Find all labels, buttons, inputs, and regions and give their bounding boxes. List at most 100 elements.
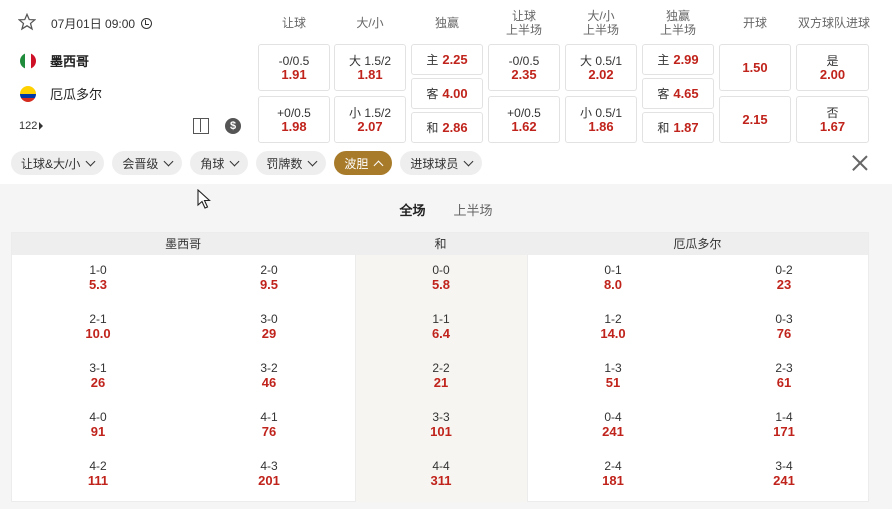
odds-label: 和 <box>426 120 439 135</box>
score-option-away[interactable]: 1-3 51 <box>568 361 658 390</box>
odds-cell[interactable]: 和 2.86 <box>411 112 483 143</box>
filter-label: 波胆 <box>344 156 369 171</box>
score-odds: 9.5 <box>259 277 279 292</box>
odds-cell[interactable]: 小 1.5/2 2.07 <box>334 96 406 143</box>
odds-label: 客 <box>426 86 439 101</box>
score-option-home[interactable]: 3-0 29 <box>224 312 314 341</box>
score-option-home[interactable]: 4-3 201 <box>224 459 314 488</box>
odds-value: 1.87 <box>673 119 699 135</box>
score-odds: 10.0 <box>85 326 111 341</box>
caret-right-icon <box>39 122 44 130</box>
odds-value: 1.67 <box>819 119 846 134</box>
market-filter-bar: 让球&大/小 会晋级 角球 罚牌数 波胆 进球球员 <box>11 151 483 175</box>
draw-header: 和 <box>434 237 447 251</box>
score-option-away[interactable]: 3-4 241 <box>739 459 829 488</box>
correct-score-board: 墨西哥 和 厄瓜多尔 1-0 5.3 2-0 9.5 2-1 10.0 3-0 29 3-1 26… <box>11 232 869 502</box>
odds-cell[interactable]: 客 4.00 <box>411 78 483 109</box>
odds-cell[interactable]: 主 2.99 <box>642 44 714 75</box>
score-option-away[interactable]: 0-2 23 <box>739 263 829 292</box>
score-option-home[interactable]: 2-0 9.5 <box>224 263 314 292</box>
odds-cell[interactable]: 是 2.00 <box>796 44 869 91</box>
filter-handicap-ou[interactable]: 让球&大/小 <box>11 151 105 175</box>
correct-score-panel: 全场 上半场 墨西哥 和 厄瓜多尔 1-0 5.3 2-0 9.5 2-1 10.0 3-0… <box>0 184 892 509</box>
odds-cell[interactable]: 2.15 <box>719 96 791 143</box>
flag-stripe <box>20 85 36 94</box>
tab-first-half[interactable]: 上半场 <box>454 200 493 219</box>
odds-cell[interactable]: 1.50 <box>719 44 791 91</box>
filter-cards[interactable]: 罚牌数 <box>256 151 327 175</box>
filter-goalscorer[interactable]: 进球球员 <box>400 151 483 175</box>
filter-qualify[interactable]: 会晋级 <box>112 151 183 175</box>
filter-correct-score[interactable]: 波胆 <box>334 151 393 175</box>
score-option-away[interactable]: 2-4 181 <box>568 459 658 488</box>
score-option-draw[interactable]: 4-4 311 <box>396 459 486 488</box>
odds-label: 小 0.5/1 <box>579 106 623 120</box>
odds-cell[interactable]: 大 0.5/1 2.02 <box>565 44 637 91</box>
score-option-home[interactable]: 4-2 111 <box>53 459 143 488</box>
score-label: 0-1 <box>604 263 622 277</box>
score-odds: 51 <box>605 375 621 390</box>
odds-cell[interactable]: -0/0.5 2.35 <box>488 44 560 91</box>
chevron-up-icon <box>373 160 384 170</box>
pitch-stats-icon[interactable] <box>193 118 209 134</box>
score-option-draw[interactable]: 2-2 21 <box>396 361 486 390</box>
score-odds: 201 <box>258 473 280 488</box>
away-team-name: 厄瓜多尔 <box>50 87 103 102</box>
odds-cell[interactable]: +0/0.5 1.62 <box>488 96 560 143</box>
score-option-away[interactable]: 0-4 241 <box>568 410 658 439</box>
filter-label: 让球&大/小 <box>21 156 81 171</box>
score-option-away[interactable]: 1-2 14.0 <box>568 312 658 341</box>
score-label: 4-3 <box>260 459 278 473</box>
chevron-down-icon <box>163 156 174 166</box>
score-option-home[interactable]: 3-2 46 <box>224 361 314 390</box>
score-label: 3-3 <box>432 410 450 424</box>
filter-corners[interactable]: 角球 <box>190 151 249 175</box>
mexico-flag-icon <box>20 52 36 69</box>
score-option-away[interactable]: 0-3 76 <box>739 312 829 341</box>
score-option-draw[interactable]: 0-0 5.8 <box>396 263 486 292</box>
score-odds: 181 <box>602 473 624 488</box>
score-option-home[interactable]: 2-1 10.0 <box>53 312 143 341</box>
odds-cell[interactable]: 主 2.25 <box>411 44 483 75</box>
score-option-home[interactable]: 3-1 26 <box>53 361 143 390</box>
odds-value: 2.86 <box>442 119 468 135</box>
more-markets-link[interactable]: 122 <box>19 120 44 132</box>
filter-label: 罚牌数 <box>266 156 303 171</box>
tab-full-time[interactable]: 全场 <box>399 200 425 219</box>
filter-label: 角球 <box>200 156 225 171</box>
score-option-away[interactable]: 1-4 171 <box>739 410 829 439</box>
odds-cell[interactable]: 客 4.65 <box>642 78 714 109</box>
odds-label: 是 <box>826 54 839 68</box>
odds-value: 1.81 <box>357 67 383 82</box>
odds-label: 大 0.5/1 <box>579 54 623 68</box>
score-odds: 29 <box>261 326 277 341</box>
score-option-away[interactable]: 0-1 8.0 <box>568 263 658 292</box>
col-header-moneyline-h1: 独赢 上半场 <box>642 9 714 37</box>
odds-cell[interactable]: 小 0.5/1 1.86 <box>565 96 637 143</box>
odds-cell[interactable]: 否 1.67 <box>796 96 869 143</box>
col-label: 双方球队进球 <box>797 16 870 30</box>
score-odds: 26 <box>90 375 106 390</box>
odds-cell[interactable]: 大 1.5/2 1.81 <box>334 44 406 91</box>
score-odds: 23 <box>776 277 792 292</box>
col-header-btts: 双方球队进球 <box>794 16 874 30</box>
score-option-home[interactable]: 4-0 91 <box>53 410 143 439</box>
odds-cell[interactable]: 和 1.87 <box>642 112 714 143</box>
odds-value: 2.02 <box>588 67 614 82</box>
odds-value: 2.99 <box>673 51 699 67</box>
odds-cell[interactable]: +0/0.5 1.98 <box>258 96 330 143</box>
score-option-home[interactable]: 1-0 5.3 <box>53 263 143 292</box>
datetime-text: 07月01日 09:00 <box>51 17 136 31</box>
score-label: 3-4 <box>775 459 793 473</box>
dollar-icon[interactable]: $ <box>225 118 241 134</box>
favorite-star-icon[interactable] <box>18 13 36 31</box>
score-option-draw[interactable]: 1-1 6.4 <box>396 312 486 341</box>
board-header: 墨西哥 和 厄瓜多尔 <box>12 233 868 255</box>
score-option-draw[interactable]: 3-3 101 <box>396 410 486 439</box>
home-team-name: 墨西哥 <box>50 54 90 69</box>
close-icon[interactable] <box>852 155 868 171</box>
score-option-home[interactable]: 4-1 76 <box>224 410 314 439</box>
score-option-away[interactable]: 2-3 61 <box>739 361 829 390</box>
odds-cell[interactable]: -0/0.5 1.91 <box>258 44 330 91</box>
score-odds: 5.3 <box>88 277 108 292</box>
